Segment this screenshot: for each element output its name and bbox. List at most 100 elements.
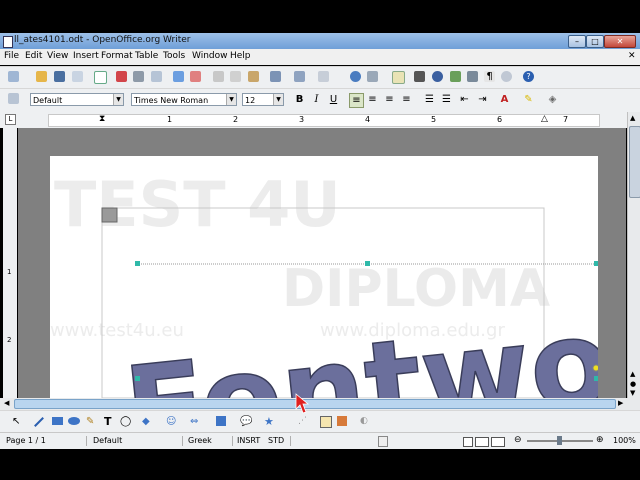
symbol-shapes-icon[interactable]: ☺ bbox=[166, 416, 176, 427]
gallery-icon[interactable] bbox=[450, 71, 461, 82]
navigation-icon[interactable]: ● bbox=[630, 380, 638, 388]
autospellcheck-icon[interactable] bbox=[190, 71, 201, 82]
maximize-button[interactable]: □ bbox=[586, 35, 604, 48]
menu-help[interactable]: Help bbox=[230, 51, 251, 61]
page-style[interactable]: Default bbox=[93, 436, 122, 445]
navigator-icon[interactable] bbox=[432, 71, 443, 82]
vertical-scroll-thumb[interactable] bbox=[629, 126, 640, 198]
edit-file-icon[interactable] bbox=[94, 71, 107, 84]
open-folder-icon[interactable] bbox=[36, 71, 47, 82]
selection-handle[interactable] bbox=[135, 261, 140, 266]
indent-marker-right-icon[interactable]: △ bbox=[541, 114, 548, 124]
tab-stop-selector[interactable]: L bbox=[5, 114, 16, 125]
spellcheck-icon[interactable] bbox=[173, 71, 184, 82]
document-signature-icon[interactable] bbox=[378, 436, 388, 447]
text-tool-icon[interactable]: T bbox=[104, 415, 112, 428]
select-arrow-icon[interactable]: ↖ bbox=[12, 416, 20, 427]
menu-window[interactable]: Window bbox=[192, 51, 228, 61]
language[interactable]: Greek bbox=[188, 436, 212, 445]
selection-handle[interactable] bbox=[135, 376, 140, 381]
callout-shapes-icon[interactable]: 💬 bbox=[240, 416, 252, 427]
table-icon[interactable] bbox=[367, 71, 378, 82]
redo-icon[interactable] bbox=[318, 71, 329, 82]
help-icon[interactable]: ? bbox=[523, 71, 534, 82]
highlighting-icon[interactable]: ✎ bbox=[522, 93, 535, 106]
callouts-icon[interactable]: ◯ bbox=[120, 416, 131, 427]
hyperlink-icon[interactable] bbox=[350, 71, 361, 82]
stars-icon[interactable]: ★ bbox=[264, 415, 274, 428]
minimize-button[interactable]: – bbox=[568, 35, 586, 48]
menu-file[interactable]: File bbox=[4, 51, 19, 61]
underline-button[interactable]: U bbox=[327, 93, 340, 106]
clone-formatting-icon[interactable] bbox=[270, 71, 281, 82]
menu-insert[interactable]: Insert bbox=[73, 51, 99, 61]
data-sources-icon[interactable] bbox=[467, 71, 478, 82]
menu-format[interactable]: Format bbox=[101, 51, 133, 61]
bold-button[interactable]: B bbox=[293, 93, 306, 106]
increase-indent-icon[interactable]: ⇥ bbox=[476, 93, 489, 106]
ellipse-tool-icon[interactable] bbox=[68, 417, 80, 425]
horizontal-ruler[interactable]: 1 2 3 4 5 6 7 ⧗ △ bbox=[48, 114, 600, 127]
fontwork-gallery-icon[interactable] bbox=[337, 416, 347, 426]
align-center-icon[interactable]: ≡ bbox=[366, 93, 379, 106]
vertical-scrollbar[interactable]: ▲ ▲ ● ▼ bbox=[627, 112, 640, 398]
multi-page-view-icon[interactable] bbox=[475, 437, 489, 447]
next-page-icon[interactable]: ▼ bbox=[630, 389, 638, 397]
undo-icon[interactable] bbox=[294, 71, 305, 82]
basic-shapes-icon[interactable]: ◆ bbox=[142, 416, 150, 427]
numbering-icon[interactable]: ☰ bbox=[423, 93, 436, 106]
scroll-up-icon[interactable]: ▲ bbox=[630, 114, 638, 122]
menu-tools[interactable]: Tools bbox=[163, 51, 185, 61]
scroll-right-icon[interactable]: ▶ bbox=[618, 399, 623, 407]
show-draw-functions-icon[interactable] bbox=[392, 71, 405, 84]
new-document-icon[interactable] bbox=[8, 71, 19, 82]
scroll-left-icon[interactable]: ◀ bbox=[4, 399, 9, 407]
extrusion-icon[interactable]: ◐ bbox=[360, 416, 368, 426]
selection-mode[interactable]: STD bbox=[268, 436, 284, 445]
print-icon[interactable] bbox=[133, 71, 144, 82]
fontwork-control-point[interactable] bbox=[592, 364, 598, 372]
anchor-icon[interactable] bbox=[101, 207, 118, 223]
flowcharts-icon[interactable] bbox=[216, 416, 226, 426]
justify-icon[interactable]: ≡ bbox=[400, 93, 413, 106]
single-page-view-icon[interactable] bbox=[463, 437, 473, 447]
bullets-icon[interactable]: ☰ bbox=[440, 93, 453, 106]
selection-handle[interactable] bbox=[365, 261, 370, 266]
formatting-marks-icon[interactable]: ¶ bbox=[484, 71, 495, 82]
insert-mode[interactable]: INSRT bbox=[237, 436, 260, 445]
find-replace-icon[interactable] bbox=[414, 71, 425, 82]
book-view-icon[interactable] bbox=[491, 437, 505, 447]
save-icon[interactable] bbox=[54, 71, 65, 82]
line-tool-icon[interactable] bbox=[34, 417, 44, 427]
export-pdf-icon[interactable] bbox=[116, 71, 127, 82]
zoom-level[interactable]: 100% bbox=[613, 436, 636, 445]
mail-icon[interactable] bbox=[72, 71, 83, 82]
copy-icon[interactable] bbox=[230, 71, 241, 82]
align-right-icon[interactable]: ≡ bbox=[383, 93, 396, 106]
from-file-icon[interactable] bbox=[320, 416, 332, 428]
previous-page-icon[interactable]: ▲ bbox=[630, 370, 638, 378]
zoom-out-icon[interactable]: ⊖ bbox=[514, 435, 522, 445]
menu-edit[interactable]: Edit bbox=[25, 51, 42, 61]
close-document-icon[interactable]: ✕ bbox=[628, 51, 636, 61]
font-color-icon[interactable]: A bbox=[498, 93, 511, 106]
zoom-in-icon[interactable]: ⊕ bbox=[596, 435, 604, 445]
close-button[interactable]: ✕ bbox=[604, 35, 636, 48]
paste-icon[interactable] bbox=[248, 71, 259, 82]
align-left-icon[interactable]: ≡ bbox=[349, 93, 364, 108]
selection-handle[interactable] bbox=[594, 261, 598, 266]
selection-handle[interactable] bbox=[594, 376, 598, 381]
menu-table[interactable]: Table bbox=[135, 51, 158, 61]
background-color-icon[interactable]: ◈ bbox=[546, 93, 559, 106]
indent-marker-left-icon[interactable]: ⧗ bbox=[99, 114, 105, 124]
horizontal-scrollbar[interactable]: ◀ ▶ bbox=[0, 398, 640, 410]
zoom-icon[interactable] bbox=[501, 71, 512, 82]
page-preview-icon[interactable] bbox=[151, 71, 162, 82]
decrease-indent-icon[interactable]: ⇤ bbox=[458, 93, 471, 106]
font-name-select[interactable]: Times New Roman ▼ bbox=[131, 93, 237, 106]
menu-view[interactable]: View bbox=[47, 51, 68, 61]
vertical-ruler[interactable]: 1 2 bbox=[3, 128, 17, 398]
cut-icon[interactable] bbox=[213, 71, 224, 82]
italic-button[interactable]: I bbox=[310, 93, 323, 106]
rectangle-tool-icon[interactable] bbox=[52, 417, 63, 425]
